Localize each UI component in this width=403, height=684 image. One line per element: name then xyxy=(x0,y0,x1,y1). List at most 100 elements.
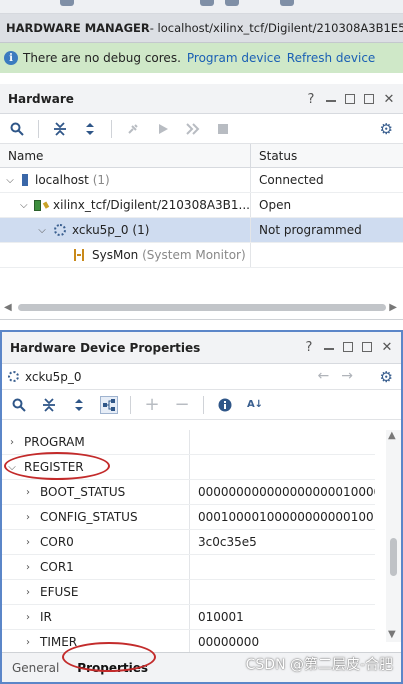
info-circle-icon[interactable] xyxy=(216,396,234,414)
chevron-down-icon[interactable]: ⌵ xyxy=(36,225,48,236)
selected-device-row: xcku5p_0 ←→ ⚙ xyxy=(2,364,401,390)
chevron-down-icon[interactable]: ⌵ xyxy=(20,200,28,211)
tree-row-localhost[interactable]: ⌵ localhost (1) Connected xyxy=(0,168,403,193)
chevron-right-icon[interactable]: › xyxy=(22,637,34,648)
tree-row-label: xilinx_tcf/Digilent/210308A3B1... xyxy=(53,198,250,212)
tree-row-count: (System Monitor) xyxy=(142,248,246,262)
column-name[interactable]: Name xyxy=(0,144,251,167)
toolbar-icon[interactable] xyxy=(200,0,214,6)
minimize-icon[interactable] xyxy=(326,94,336,102)
chevron-right-icon[interactable]: › xyxy=(22,612,34,623)
fpga-chip-icon xyxy=(8,371,19,382)
close-icon[interactable]: ✕ xyxy=(381,340,393,355)
float-icon[interactable] xyxy=(364,94,374,104)
toolbar-icon[interactable] xyxy=(60,0,74,6)
expand-all-icon[interactable] xyxy=(70,396,88,414)
add-icon[interactable]: + xyxy=(143,394,161,415)
sort-az-icon[interactable]: A↓ xyxy=(246,396,264,414)
scroll-left-icon[interactable]: ◀ xyxy=(4,302,12,313)
property-key-cell: › COR1 xyxy=(2,555,190,579)
chevron-right-icon[interactable]: › xyxy=(6,437,18,448)
panel-title: Hardware xyxy=(8,91,74,106)
chevron-right-icon[interactable]: › xyxy=(22,587,34,598)
top-toolbar-strip xyxy=(0,0,403,14)
chevron-right-icon[interactable]: › xyxy=(22,537,34,548)
tree-row-device[interactable]: ⌵ xcku5p_0 (1) Not programmed xyxy=(0,218,403,243)
expand-all-icon[interactable] xyxy=(81,120,99,138)
column-status[interactable]: Status xyxy=(251,144,297,167)
property-row[interactable]: › COR1 xyxy=(2,555,375,580)
maximize-icon[interactable] xyxy=(345,94,355,104)
scroll-down-icon[interactable]: ▼ xyxy=(388,629,396,640)
property-row[interactable]: › BOOT_STATUS 000000000000000000010000100 xyxy=(2,480,375,505)
tab-properties[interactable]: Properties xyxy=(77,661,148,675)
close-icon[interactable]: ✕ xyxy=(383,92,395,107)
target-board-icon xyxy=(33,199,41,211)
scroll-up-icon[interactable]: ▲ xyxy=(388,430,396,441)
property-row[interactable]: › EFUSE xyxy=(2,580,375,605)
refresh-device-link[interactable]: Refresh device xyxy=(287,51,376,65)
help-icon[interactable]: ? xyxy=(305,92,317,107)
property-value: 000100001000000000001001100 xyxy=(198,510,375,524)
gear-icon[interactable]: ⚙ xyxy=(380,368,393,386)
toolbar-icon[interactable] xyxy=(280,0,294,6)
collapse-all-icon[interactable] xyxy=(51,120,69,138)
hardware-device-properties-panel: Hardware Device Properties ? ✕ xcku5p_0 … xyxy=(0,330,403,684)
float-icon[interactable] xyxy=(362,342,372,352)
program-device-link[interactable]: Program device xyxy=(187,51,281,65)
scrollbar-thumb[interactable] xyxy=(18,304,386,311)
auto-connect-icon[interactable] xyxy=(124,120,142,138)
horizontal-scrollbar[interactable]: ◀ ▶ xyxy=(0,301,403,315)
info-banner: i There are no debug cores. Program devi… xyxy=(0,43,403,73)
property-row[interactable]: › IR 010001 xyxy=(2,605,375,630)
scrollbar-thumb[interactable] xyxy=(390,538,397,576)
property-value xyxy=(190,455,375,479)
server-icon xyxy=(22,174,28,186)
hardware-column-header: Name Status xyxy=(0,144,403,168)
toolbar-icon[interactable] xyxy=(225,0,239,6)
minimize-icon[interactable] xyxy=(324,342,334,350)
hardware-toolbar: ⚙ xyxy=(0,114,403,144)
back-forward-icons[interactable]: ←→ xyxy=(318,368,365,384)
tree-row-sysmon[interactable]: SysMon (System Monitor) xyxy=(0,243,403,268)
scroll-right-icon[interactable]: ▶ xyxy=(389,302,397,313)
vertical-scrollbar[interactable]: ▲ ▼ xyxy=(386,430,401,642)
maximize-icon[interactable] xyxy=(343,342,353,352)
chevron-right-icon[interactable]: › xyxy=(22,487,34,498)
tree-row-status: Open xyxy=(259,198,292,212)
property-key: PROGRAM xyxy=(24,435,85,449)
property-row[interactable]: › CONFIG_STATUS 00010000100000000000100110… xyxy=(2,505,375,530)
group-by-category-icon[interactable] xyxy=(100,395,118,414)
search-icon[interactable] xyxy=(10,396,28,414)
chevron-right-icon[interactable]: › xyxy=(22,562,34,573)
property-key: BOOT_STATUS xyxy=(40,485,126,499)
search-icon[interactable] xyxy=(8,120,26,138)
run-trigger-icon[interactable] xyxy=(154,120,172,138)
property-row[interactable]: ⌵ REGISTER xyxy=(2,455,375,480)
hardware-panel: Hardware ? ✕ ⚙ Name Status ⌵ localhost (… xyxy=(0,84,403,320)
gear-icon[interactable]: ⚙ xyxy=(380,120,393,138)
stop-trigger-icon[interactable] xyxy=(214,120,232,138)
property-value: 000000000000000000010000100 xyxy=(198,485,375,499)
selected-device-name: xcku5p_0 xyxy=(25,369,82,384)
hardware-panel-header: Hardware ? ✕ xyxy=(0,84,403,114)
property-row[interactable]: › PROGRAM xyxy=(2,430,375,455)
window-title-bar: HARDWARE MANAGER - localhost/xilinx_tcf/… xyxy=(0,14,403,43)
tree-row-label: localhost xyxy=(35,173,89,187)
chevron-right-icon[interactable]: › xyxy=(22,512,34,523)
tree-row-target[interactable]: ⌵ xilinx_tcf/Digilent/210308A3B1... Open xyxy=(0,193,403,218)
watermark: CSDN @第二层皮-合肥 xyxy=(245,657,393,673)
remove-icon[interactable]: − xyxy=(173,394,191,415)
property-value: 010001 xyxy=(198,610,244,624)
run-trigger-immediate-icon[interactable] xyxy=(184,120,202,138)
property-key: REGISTER xyxy=(24,460,84,474)
chevron-down-icon[interactable]: ⌵ xyxy=(6,462,18,473)
tab-general[interactable]: General xyxy=(12,661,59,675)
collapse-all-icon[interactable] xyxy=(40,396,58,414)
chevron-down-icon[interactable]: ⌵ xyxy=(4,175,16,186)
property-row[interactable]: › COR0 3c0c35e5 xyxy=(2,530,375,555)
help-icon[interactable]: ? xyxy=(303,340,315,355)
plug-icon xyxy=(42,201,50,209)
property-key-cell: › PROGRAM xyxy=(2,430,190,454)
property-value: 00000000 xyxy=(198,635,260,649)
